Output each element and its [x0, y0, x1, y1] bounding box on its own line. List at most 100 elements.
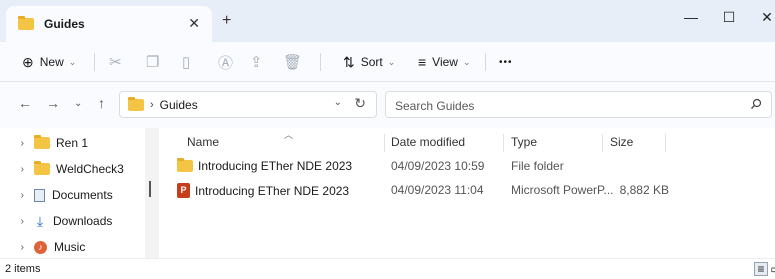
file-name-cell: P Introducing ETher NDE 2023 — [177, 183, 349, 198]
sidebar-item-label: Ren 1 — [56, 136, 89, 150]
navigation-row: ← → ⌄ ↑ › Guides ⌄ ↻ Search Guides — [0, 82, 775, 128]
divider — [320, 53, 321, 71]
sidebar-item-label: Documents — [52, 188, 113, 202]
file-row[interactable]: Introducing ETher NDE 2023 04/09/2023 10… — [159, 154, 775, 178]
close-window-button[interactable]: ✕ — [752, 4, 775, 30]
chevron-down-icon: ⌄ — [462, 56, 471, 67]
clipboard-icon: ▯ — [182, 54, 191, 71]
item-count: 2 items — [5, 263, 41, 275]
chevron-right-icon[interactable]: › — [0, 138, 34, 149]
folder-icon — [177, 158, 193, 172]
tab-title: Guides — [44, 17, 85, 31]
sidebar-item-documents[interactable]: › Documents — [0, 182, 145, 208]
share-button[interactable]: ⇪ — [250, 42, 263, 82]
new-button[interactable]: ⊕ New ⌄ — [22, 42, 76, 82]
file-type: File folder — [511, 159, 564, 173]
navigation-pane: › Ren 1 › WeldCheck3 › Documents › ⤓ Dow… — [0, 128, 145, 258]
chevron-down-icon[interactable]: ⌄ — [334, 97, 342, 108]
column-divider[interactable] — [384, 134, 385, 152]
trash-icon: 🗑 — [283, 54, 303, 71]
sidebar-item-music[interactable]: › ♪ Music — [0, 234, 145, 260]
file-name-cell: Introducing ETher NDE 2023 — [177, 158, 353, 173]
sidebar-item-label: Downloads — [53, 214, 113, 228]
column-divider[interactable] — [665, 134, 666, 152]
cut-button[interactable]: ✂ — [109, 42, 122, 82]
recent-locations-icon[interactable]: ⌄ — [74, 98, 82, 109]
chevron-right-icon[interactable]: › — [0, 164, 34, 175]
view-label: View — [432, 55, 458, 69]
copy-button[interactable]: ❐ — [146, 42, 159, 82]
document-icon — [34, 188, 45, 202]
more-options-button[interactable]: ••• — [499, 42, 513, 82]
chevron-right-icon[interactable]: › — [0, 190, 34, 201]
maximize-button[interactable]: ☐ — [714, 4, 744, 30]
address-bar[interactable]: › Guides ⌄ ↻ — [119, 91, 377, 118]
music-icon: ♪ — [34, 240, 47, 254]
tab-close-icon[interactable]: ✕ — [188, 15, 200, 32]
details-view-icon[interactable]: ≡ — [754, 262, 768, 276]
new-label: New — [39, 55, 64, 69]
column-divider[interactable] — [503, 134, 504, 152]
search-placeholder: Search Guides — [395, 99, 475, 113]
column-header-size[interactable]: Size — [610, 135, 633, 149]
chevron-down-icon: ⌄ — [68, 56, 77, 67]
minimize-button[interactable]: — — [676, 4, 706, 30]
folder-icon — [34, 161, 50, 175]
sidebar-item-ren-1[interactable]: › Ren 1 — [0, 130, 145, 156]
divider — [485, 53, 486, 71]
column-header-type[interactable]: Type — [511, 135, 537, 149]
paste-button[interactable]: ▯ — [182, 42, 190, 82]
search-input[interactable]: Search Guides — [385, 91, 772, 118]
forward-arrow-icon[interactable]: → — [46, 95, 60, 111]
breadcrumb-separator-icon: › — [150, 98, 154, 111]
download-icon: ⤓ — [36, 212, 44, 229]
column-header-name[interactable]: Name — [187, 135, 219, 149]
chevron-right-icon[interactable]: › — [0, 242, 34, 253]
chevron-right-icon[interactable]: › — [0, 216, 34, 227]
plus-circle-icon: ⊕ — [22, 53, 34, 70]
chevron-down-icon: ⌄ — [387, 56, 396, 67]
sidebar-item-label: Music — [54, 240, 86, 254]
view-button[interactable]: ≡ View ⌄ — [418, 42, 471, 82]
sort-button[interactable]: ⇅ Sort ⌄ — [343, 42, 395, 82]
folder-icon — [34, 135, 50, 149]
sidebar-item-downloads[interactable]: › ⤓ Downloads — [0, 208, 145, 234]
column-divider[interactable] — [602, 134, 603, 152]
breadcrumb[interactable]: Guides — [160, 98, 198, 112]
command-bar: ⊕ New ⌄ ✂ ❐ ▯ Ⓐ ⇪ 🗑 ⇅ Sort ⌄ ≡ View ⌄ ••… — [0, 42, 775, 82]
share-icon: ⇪ — [250, 54, 263, 71]
sidebar-item-weldcheck3[interactable]: › WeldCheck3 — [0, 156, 145, 182]
copy-icon: ❐ — [146, 54, 160, 71]
search-icon[interactable] — [749, 97, 763, 114]
file-date: 04/09/2023 11:04 — [391, 183, 484, 197]
delete-button[interactable]: 🗑 — [283, 42, 302, 82]
new-tab-button[interactable]: + — [222, 12, 231, 30]
sort-label: Sort — [360, 55, 383, 69]
sort-arrows-icon: ⇅ — [343, 53, 355, 70]
tiles-view-icon[interactable]: ▭ — [769, 262, 775, 276]
tab-guides[interactable]: Guides ✕ — [6, 6, 212, 42]
sort-ascending-icon: ︿ — [284, 130, 294, 140]
file-name: Introducing ETher NDE 2023 — [198, 159, 353, 173]
status-bar: 2 items ≡ ▭ — [0, 258, 775, 279]
view-lines-icon: ≡ — [418, 54, 427, 70]
scissors-icon: ✂ — [109, 54, 122, 71]
file-date: 04/09/2023 10:59 — [391, 159, 485, 173]
file-row[interactable]: P Introducing ETher NDE 2023 04/09/2023 … — [149, 178, 775, 202]
up-arrow-icon[interactable]: ↑ — [98, 95, 105, 111]
folder-icon — [18, 16, 34, 30]
back-arrow-icon[interactable]: ← — [18, 95, 32, 111]
sidebar-item-label: WeldCheck3 — [56, 162, 124, 176]
refresh-icon[interactable]: ↻ — [354, 95, 366, 112]
divider — [94, 53, 95, 71]
rename-button[interactable]: Ⓐ — [218, 42, 233, 82]
file-name: Introducing ETher NDE 2023 — [195, 183, 350, 198]
file-size: 8,882 KB — [619, 183, 669, 197]
column-header-date-modified[interactable]: Date modified — [391, 135, 465, 149]
title-bar: Guides ✕ + — ☐ ✕ — [0, 0, 775, 42]
folder-icon — [128, 96, 144, 111]
rename-icon: Ⓐ — [218, 54, 234, 72]
sidebar-scrollbar[interactable] — [145, 128, 159, 258]
file-list: ︿ Name Date modified Type Size Introduci… — [149, 128, 775, 258]
powerpoint-icon: P — [177, 183, 190, 198]
